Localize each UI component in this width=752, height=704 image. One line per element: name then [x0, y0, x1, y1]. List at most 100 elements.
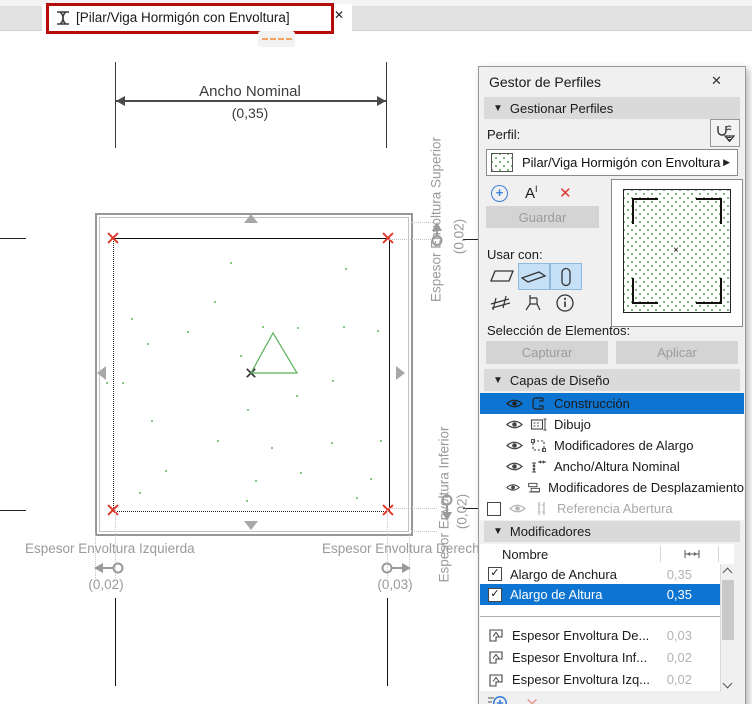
new-profile-button[interactable]: +: [491, 185, 508, 202]
scroll-up-icon[interactable]: [722, 567, 733, 578]
section-gestionar-perfiles[interactable]: ▼ Gestionar Perfiles: [484, 97, 740, 119]
tab-profile-editor[interactable]: [Pilar/Viga Hormigón con Envoltura]: [42, 4, 352, 31]
profile-fill-settings-button[interactable]: [710, 119, 740, 147]
dimension-column-icon: [684, 550, 700, 558]
fill-settings-icon: [717, 125, 735, 142]
tab-close-icon[interactable]: ✕: [334, 8, 344, 22]
leader-line: [411, 531, 437, 532]
eye-icon[interactable]: [506, 461, 523, 472]
use-with-info-button[interactable]: [550, 290, 580, 315]
layer-row-nominal[interactable]: Ancho/Altura Nominal: [480, 456, 744, 477]
reference-line-stub: [115, 598, 116, 686]
use-with-beam-button[interactable]: [518, 263, 550, 290]
panel-close-icon[interactable]: ✕: [711, 73, 722, 89]
orientation-triangle: [250, 331, 298, 374]
leader-line: [389, 508, 437, 509]
profile-preview: ×: [611, 179, 743, 327]
modifier-row-alargo-anchura[interactable]: ✓ Alargo de Anchura 0,35: [480, 564, 720, 584]
use-with-column-button[interactable]: [550, 263, 582, 290]
eye-icon[interactable]: [506, 419, 523, 430]
offset-arrow-down-icon[interactable]: [440, 494, 454, 521]
modifier-scrollbar[interactable]: [720, 564, 735, 692]
scroll-down-icon[interactable]: [722, 678, 733, 689]
eye-icon[interactable]: [506, 482, 521, 493]
use-with-label: Usar con:: [487, 247, 543, 262]
layer-label: Modificadores de Alargo: [554, 438, 694, 453]
preview-origin-marker: ×: [673, 245, 679, 256]
value-espesor-derecha: (0,03): [377, 577, 413, 592]
modifier-checkbox[interactable]: ✓: [488, 567, 502, 581]
modifier-row-envoltura-inferior[interactable]: Espesor Envoltura Inf... 0,02: [480, 646, 720, 668]
width-dimension-line[interactable]: [116, 100, 386, 102]
modifier-row-envoltura-derecha[interactable]: Espesor Envoltura De... 0,03: [480, 624, 720, 646]
label-espesor-superior: Espesor Envoltura Superior: [428, 136, 444, 303]
modifier-checkbox[interactable]: ✓: [488, 587, 502, 602]
value-espesor-izquierda: (0,02): [88, 577, 124, 592]
section-modificadores[interactable]: ▼ Modificadores: [484, 521, 740, 542]
stretch-handle-right[interactable]: [396, 366, 405, 380]
layer-checkbox[interactable]: [487, 501, 501, 516]
column-header-name: Nombre: [502, 546, 549, 562]
delete-modifier-button[interactable]: ✕: [525, 695, 539, 704]
save-button[interactable]: Guardar: [486, 206, 599, 228]
apply-button[interactable]: Aplicar: [616, 341, 738, 364]
rename-profile-button[interactable]: AI: [525, 184, 538, 202]
railing-icon: [490, 295, 511, 310]
preview-hatch: ×: [623, 189, 731, 313]
use-with-wall-button[interactable]: [487, 263, 517, 288]
section-label: Gestionar Perfiles: [509, 100, 614, 116]
construction-profile-icon: [532, 397, 544, 410]
scrollbar-thumb[interactable]: [722, 580, 734, 640]
envelope-modifier-icon: [489, 651, 503, 664]
corner-hotspot[interactable]: [381, 503, 395, 517]
modifier-row-alargo-altura[interactable]: ✓ Alargo de Altura 0,35: [480, 584, 720, 605]
offset-arrow-right-icon[interactable]: [379, 562, 411, 574]
layer-row-referencia-abertura[interactable]: Referencia Abertura: [480, 498, 744, 519]
stretch-handle-bottom[interactable]: [244, 521, 258, 530]
layer-label: Construcción: [554, 396, 630, 411]
corner-hotspot[interactable]: [106, 231, 120, 245]
layer-row-dibujo[interactable]: Dibujo: [480, 414, 744, 435]
layer-label: Dibujo: [554, 417, 591, 432]
stretch-handle-left[interactable]: [97, 366, 106, 380]
offset-arrow-left-icon[interactable]: [94, 562, 126, 574]
offset-arrow-up-icon[interactable]: [430, 222, 444, 249]
modifier-table-header[interactable]: Nombre: [480, 544, 734, 565]
preview-corner: [696, 278, 722, 304]
selection-label: Selección de Elementos:: [487, 323, 631, 338]
eye-icon[interactable]: [506, 398, 523, 409]
layer-row-mod-desplazamiento[interactable]: Modificadores de Desplazamiento: [480, 477, 744, 498]
corner-hotspot[interactable]: [106, 503, 120, 517]
opening-reference-icon: [538, 502, 545, 515]
modifier-value: 0,02: [666, 649, 692, 665]
eye-icon[interactable]: [509, 503, 526, 514]
beam-icon: [521, 270, 547, 283]
section-label: Modificadores: [509, 524, 591, 539]
delete-profile-button[interactable]: ✕: [559, 184, 572, 202]
corner-hotspot[interactable]: [381, 231, 395, 245]
preview-corner: [696, 198, 722, 224]
capture-button[interactable]: Capturar: [486, 341, 608, 364]
eye-icon[interactable]: [506, 440, 523, 451]
add-modifier-button[interactable]: [487, 695, 509, 704]
profile-dropdown[interactable]: Pilar/Viga Hormigón con Envoltura ▶: [486, 149, 738, 176]
section-capas-de-diseno[interactable]: ▼ Capas de Diseño: [484, 369, 740, 391]
collapsed-panel-handle[interactable]: [258, 31, 295, 47]
modifier-value: 0,03: [666, 627, 692, 643]
use-with-object-button[interactable]: [518, 290, 548, 315]
layer-row-construccion[interactable]: Construcción: [480, 393, 744, 414]
layer-row-mod-alargo[interactable]: Modificadores de Alargo: [480, 435, 744, 456]
modifier-list-gap: [480, 617, 720, 624]
modifier-row-envoltura-izquierda[interactable]: Espesor Envoltura Izq... 0,02: [480, 668, 720, 691]
use-with-railing-button[interactable]: [487, 290, 517, 315]
stretch-handle-top[interactable]: [244, 214, 258, 223]
layer-label: Modificadores de Desplazamiento: [548, 480, 744, 495]
reference-line-stub: [0, 510, 26, 511]
info-icon: [556, 293, 574, 312]
width-dim-value: (0,35): [231, 105, 269, 121]
column-divider: [718, 546, 719, 562]
preview-corner: [632, 278, 658, 304]
wall-icon: [490, 269, 514, 282]
column-divider: [660, 546, 661, 562]
profile-name: Pilar/Viga Hormigón con Envoltura: [522, 155, 721, 170]
